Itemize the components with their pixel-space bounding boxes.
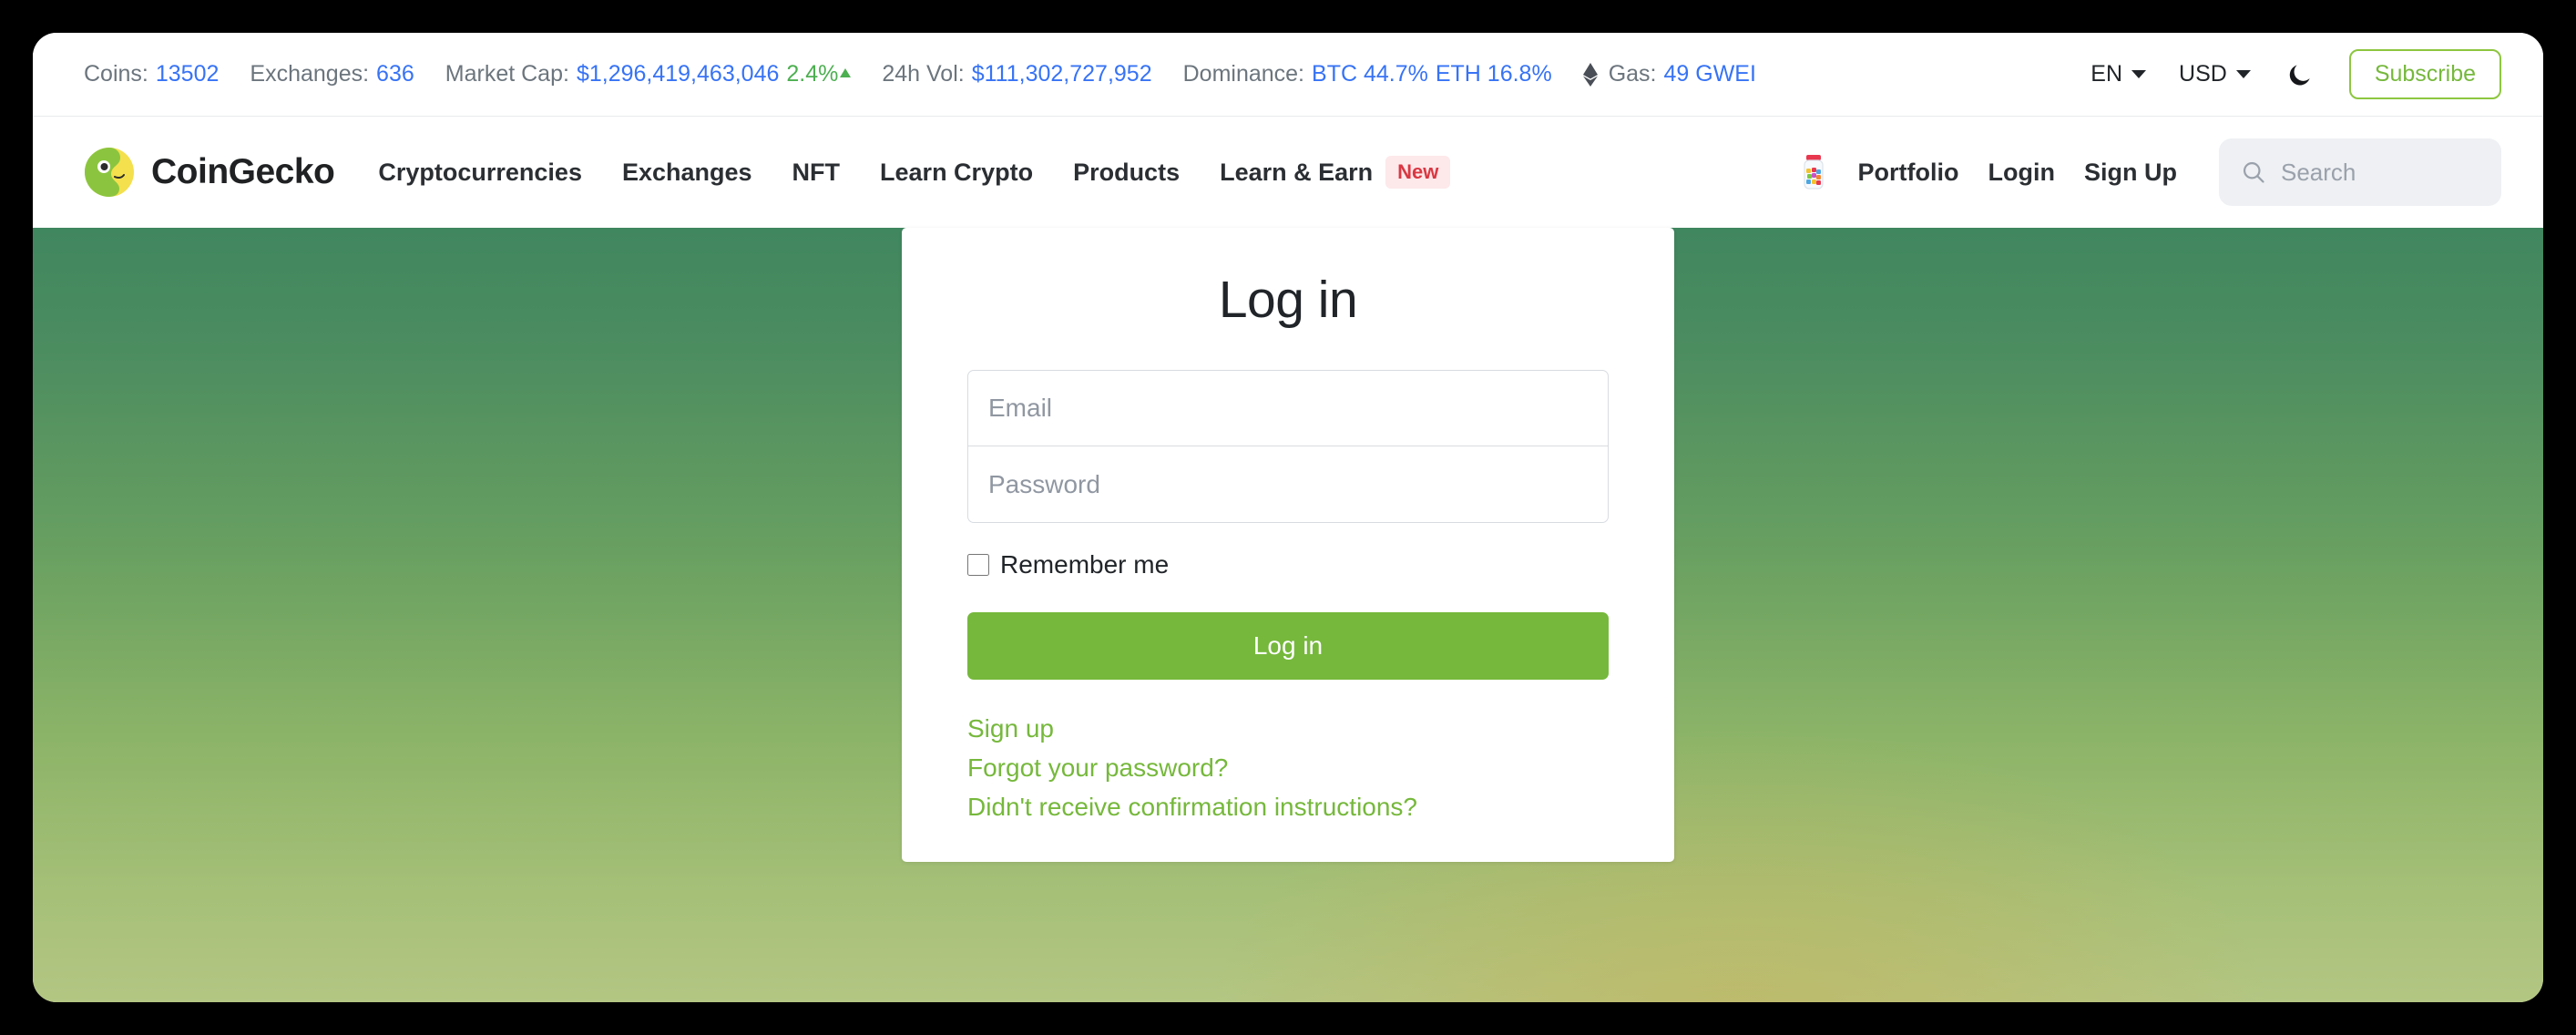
ticker-vol-value: $111,302,727,952: [971, 61, 1152, 87]
remember-me-row: Remember me: [967, 550, 1609, 579]
nav-link-login[interactable]: Login: [1988, 159, 2055, 187]
ticker-stat-market-cap[interactable]: Market Cap: $1,296,419,463,046 2.4%: [445, 61, 852, 87]
arrow-up-icon: [840, 67, 852, 77]
login-submit-button[interactable]: Log in: [967, 612, 1609, 680]
ticker-stat-gas[interactable]: Gas: 49 GWEI: [1582, 61, 1756, 87]
language-selector-label: EN: [2090, 61, 2123, 87]
coingecko-logo-link[interactable]: CoinGecko: [84, 147, 335, 198]
nav-link-learn-crypto[interactable]: Learn Crypto: [880, 159, 1033, 187]
currency-selector-label: USD: [2179, 61, 2227, 87]
nav-link-learn-and-earn-label: Learn & Earn: [1220, 158, 1374, 186]
ticker-coins-label: Coins:: [84, 61, 148, 87]
nav-link-portfolio[interactable]: Portfolio: [1858, 159, 1959, 187]
ticker-stat-24h-volume[interactable]: 24h Vol: $111,302,727,952: [882, 61, 1151, 87]
chevron-down-icon: [2131, 70, 2147, 78]
ticker-dominance-label: Dominance:: [1182, 61, 1305, 87]
ticker-stat-exchanges[interactable]: Exchanges: 636: [250, 61, 414, 87]
ticker-exchanges-value: 636: [376, 61, 414, 87]
nav-right-group: Portfolio Login Sign Up Search: [1798, 138, 2501, 206]
chevron-down-icon: [2235, 70, 2251, 78]
new-badge: New: [1385, 156, 1451, 189]
ticker-market-cap-label: Market Cap:: [445, 61, 569, 87]
language-selector[interactable]: EN: [2090, 61, 2147, 87]
resend-confirmation-link[interactable]: Didn't receive confirmation instructions…: [967, 793, 1417, 822]
dark-mode-toggle[interactable]: [2284, 58, 2316, 91]
ticker-dominance-btc: BTC 44.7%: [1312, 61, 1428, 87]
password-field[interactable]: [967, 446, 1609, 523]
ticker-market-cap-change: 2.4%: [786, 61, 852, 87]
auth-helper-links: Sign up Forgot your password? Didn't rec…: [967, 714, 1609, 822]
nav-link-exchanges[interactable]: Exchanges: [622, 159, 752, 187]
browser-viewport: Coins: 13502 Exchanges: 636 Market Cap: …: [33, 33, 2543, 1002]
login-hero-background: Log in Remember me Log in Sign up Forgot…: [33, 228, 2543, 1002]
currency-selector[interactable]: USD: [2179, 61, 2251, 87]
main-navigation-bar: CoinGecko Cryptocurrencies Exchanges NFT…: [33, 117, 2543, 228]
signup-link[interactable]: Sign up: [967, 714, 1054, 743]
primary-nav-links: Cryptocurrencies Exchanges NFT Learn Cry…: [378, 156, 1451, 189]
ticker-market-cap-value: $1,296,419,463,046: [576, 61, 780, 87]
login-form: Remember me Log in: [967, 370, 1609, 680]
market-cap-change-value: 2.4%: [786, 61, 839, 87]
market-stats-ticker: Coins: 13502 Exchanges: 636 Market Cap: …: [33, 33, 2543, 117]
ticker-gas-value: 49 GWEI: [1663, 61, 1756, 87]
ticker-dominance-eth: ETH 16.8%: [1435, 61, 1552, 87]
ethereum-icon: [1582, 62, 1598, 87]
remember-me-label[interactable]: Remember me: [1000, 550, 1169, 579]
page-title: Log in: [1218, 271, 1358, 329]
coingecko-gecko-icon: [84, 147, 135, 198]
brand-name: CoinGecko: [151, 152, 335, 191]
ticker-stat-dominance[interactable]: Dominance: BTC 44.7% ETH 16.8%: [1183, 61, 1552, 87]
nav-link-learn-and-earn[interactable]: Learn & Earn New: [1220, 156, 1451, 189]
candy-jar-icon[interactable]: [1798, 154, 1829, 190]
subscribe-button[interactable]: Subscribe: [2348, 49, 2501, 99]
ticker-gas-label: Gas:: [1608, 61, 1657, 87]
ticker-controls-group: EN USD Subscribe: [2090, 49, 2501, 99]
search-input[interactable]: Search: [2219, 138, 2501, 206]
nav-link-cryptocurrencies[interactable]: Cryptocurrencies: [378, 159, 582, 187]
nav-link-nft[interactable]: NFT: [792, 159, 840, 187]
ticker-vol-label: 24h Vol:: [882, 61, 965, 87]
search-icon: [2241, 159, 2266, 185]
ticker-stat-coins[interactable]: Coins: 13502: [84, 61, 219, 87]
ticker-coins-value: 13502: [155, 61, 220, 87]
moon-icon: [2286, 61, 2314, 88]
email-field[interactable]: [967, 370, 1609, 446]
ticker-stats-group: Coins: 13502 Exchanges: 636 Market Cap: …: [84, 61, 2090, 87]
login-card: Log in Remember me Log in Sign up Forgot…: [902, 228, 1674, 862]
forgot-password-link[interactable]: Forgot your password?: [967, 753, 1228, 783]
remember-me-checkbox[interactable]: [967, 554, 989, 576]
search-placeholder-text: Search: [2281, 158, 2356, 186]
ticker-exchanges-label: Exchanges:: [250, 61, 370, 87]
nav-link-products[interactable]: Products: [1073, 159, 1180, 187]
nav-link-signup[interactable]: Sign Up: [2084, 159, 2177, 187]
